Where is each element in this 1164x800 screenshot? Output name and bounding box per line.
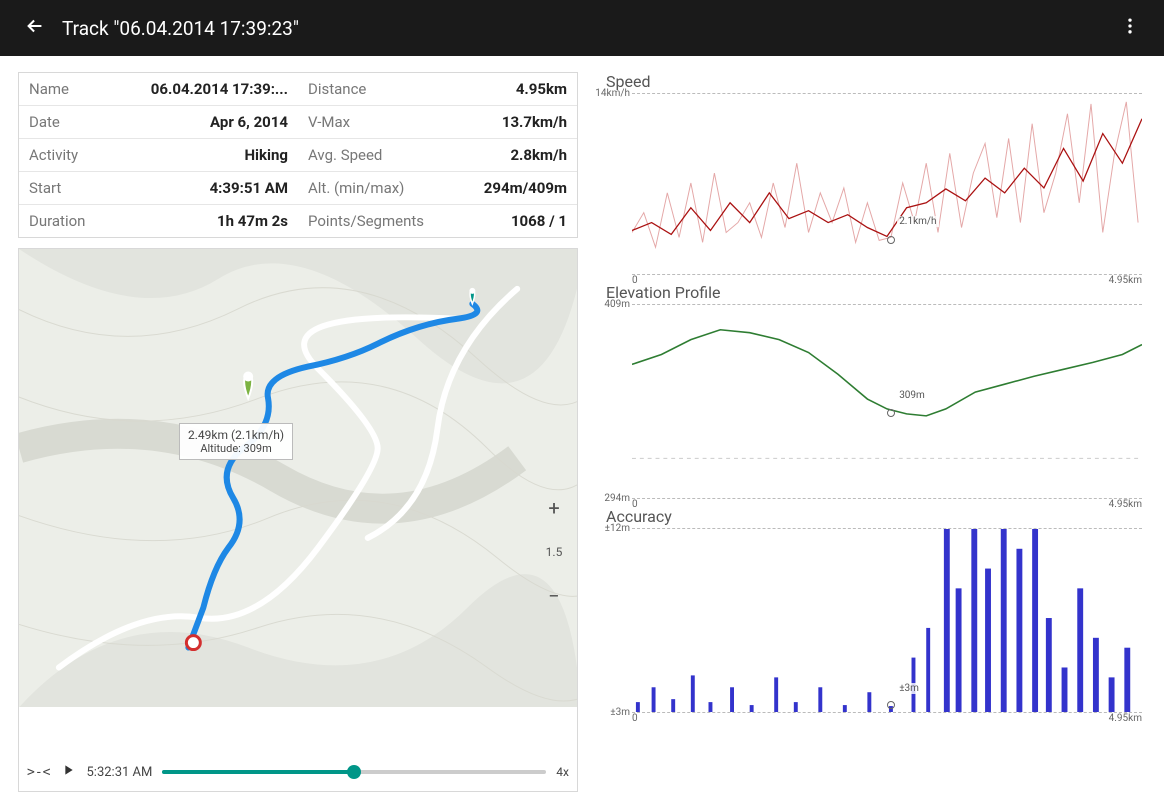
chart-elevation: Elevation Profile 409m 294m 0 4.95km 309… (596, 283, 1146, 505)
stat-row-avgspeed: Avg. Speed2.8km/h (298, 139, 577, 172)
map-position-tooltip: 2.49km (2.1km/h) Altitude: 309m (179, 423, 293, 460)
stat-row-vmax: V-Max13.7km/h (298, 106, 577, 139)
chart-accuracy-marker-label: ±3m (897, 683, 921, 694)
chart-accuracy-svg[interactable] (632, 529, 1142, 712)
zoom-in-icon[interactable]: + (539, 493, 569, 523)
stat-row-distance: Distance4.95km (298, 73, 577, 106)
zoom-out-icon[interactable]: − (539, 581, 569, 611)
stats-col-right: Distance4.95km V-Max13.7km/h Avg. Speed2… (298, 73, 577, 237)
stat-row-altitude: Alt. (min/max)294m/409m (298, 172, 577, 205)
play-icon[interactable] (60, 762, 76, 782)
expand-button[interactable]: >-< (27, 765, 50, 780)
zoom-level-label: 1.5 (539, 537, 569, 567)
stat-row-duration: Duration1h 47m 2s (19, 205, 298, 237)
chart-speed-title: Speed (606, 72, 1146, 91)
chart-elevation-svg[interactable] (632, 305, 1142, 498)
map-zoom-controls: + 1.5 − (539, 493, 569, 611)
stat-row-points: Points/Segments1068 / 1 (298, 205, 577, 237)
playback-speed-button[interactable]: 4x (556, 765, 569, 779)
stats-panel: Name06.04.2014 17:39:... DateApr 6, 2014… (18, 72, 578, 238)
back-icon[interactable] (16, 7, 54, 49)
overflow-menu-icon[interactable] (1112, 8, 1148, 48)
chart-accuracy-marker-icon (887, 701, 895, 709)
playback-time: 5:32:31 AM (86, 765, 152, 780)
stat-row-name: Name06.04.2014 17:39:... (19, 73, 298, 106)
chart-speed-marker-label: 2.1km/h (897, 216, 938, 227)
chart-speed: Speed 14km/h 0 4.95km 2.1km/h (596, 72, 1146, 281)
playback-slider[interactable] (162, 770, 546, 774)
map-panel: 2.49km (2.1km/h) Altitude: 309m + 1.5 − … (18, 248, 578, 792)
stats-col-left: Name06.04.2014 17:39:... DateApr 6, 2014… (19, 73, 298, 237)
playback-bar: >-< 5:32:31 AM 4x (19, 753, 577, 791)
chart-elevation-marker-label: 309m (897, 390, 927, 401)
stat-row-activity: ActivityHiking (19, 139, 298, 172)
chart-speed-svg[interactable] (632, 94, 1142, 274)
app-topbar: Track "06.04.2014 17:39:23" (0, 0, 1164, 56)
track-map[interactable] (19, 249, 577, 707)
chart-accuracy: Accuracy ±12m ±3m 0 4.95km (596, 507, 1146, 719)
page-title: Track "06.04.2014 17:39:23" (62, 17, 1112, 40)
chart-accuracy-title: Accuracy (606, 507, 1146, 526)
stat-row-date: DateApr 6, 2014 (19, 106, 298, 139)
chart-elevation-title: Elevation Profile (606, 283, 1146, 302)
stat-row-start: Start4:39:51 AM (19, 172, 298, 205)
